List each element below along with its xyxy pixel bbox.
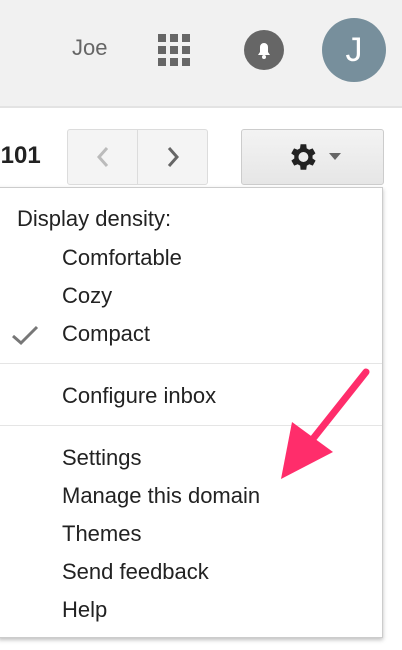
menu-themes[interactable]: Themes [62, 521, 141, 547]
next-page-button[interactable] [137, 130, 207, 184]
divider [0, 363, 382, 364]
density-comfortable[interactable]: Comfortable [62, 245, 182, 271]
density-compact[interactable]: Compact [62, 321, 150, 347]
chevron-right-icon [167, 147, 179, 167]
menu-help[interactable]: Help [62, 597, 107, 623]
checkmark-icon [12, 325, 39, 346]
configure-inbox[interactable]: Configure inbox [62, 383, 216, 409]
menu-manage-domain[interactable]: Manage this domain [62, 483, 260, 509]
user-name[interactable]: Joe [72, 35, 107, 61]
settings-dropdown-menu: Display density: Comfortable Cozy Compac… [0, 187, 383, 638]
previous-page-button[interactable] [68, 130, 137, 184]
chevron-left-icon [96, 147, 108, 167]
pagination-buttons [67, 129, 208, 185]
apps-grid-icon[interactable] [158, 34, 190, 66]
notifications-bell-icon[interactable] [244, 30, 284, 70]
avatar[interactable]: J [322, 18, 386, 82]
message-count: f 101 [0, 142, 41, 169]
density-heading: Display density: [17, 206, 172, 231]
settings-gear-button[interactable] [241, 129, 384, 185]
density-cozy[interactable]: Cozy [62, 283, 112, 309]
top-bar: Joe J [0, 0, 402, 108]
menu-settings[interactable]: Settings [62, 445, 142, 471]
divider [0, 425, 382, 426]
dropdown-caret-icon [328, 153, 341, 160]
gear-icon [290, 144, 316, 170]
menu-send-feedback[interactable]: Send feedback [62, 559, 209, 585]
